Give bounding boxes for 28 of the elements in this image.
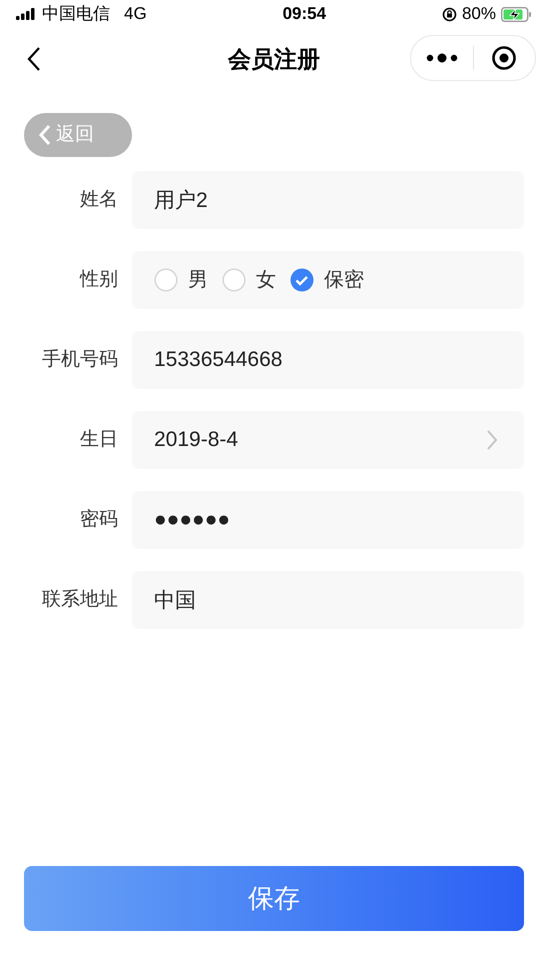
radio-button[interactable] — [154, 268, 178, 292]
save-button[interactable]: 保存 — [24, 866, 524, 931]
option-label: 保密 — [324, 268, 364, 293]
option-label: 女 — [256, 268, 276, 293]
field-label: 性别 — [78, 268, 118, 292]
network-type: 4G — [124, 3, 147, 26]
rotation-lock-icon — [442, 6, 457, 22]
radio-button[interactable] — [222, 268, 246, 292]
option-label: 男 — [188, 268, 208, 293]
clock: 09:54 — [282, 3, 326, 26]
chevron-right-icon — [486, 429, 498, 451]
password-field[interactable]: ●●●●●● — [132, 491, 524, 549]
field-label: 手机号码 — [41, 348, 118, 372]
input-field[interactable]: 中国 — [132, 571, 524, 629]
field-label: 联系地址 — [41, 588, 118, 612]
date-picker[interactable]: 2019-8-4 — [132, 411, 524, 469]
radio-button[interactable] — [290, 268, 314, 292]
battery-charging-icon — [500, 6, 532, 22]
chevron-left-icon — [38, 124, 52, 146]
battery-percent: 80% — [462, 3, 496, 26]
carrier-name: 中国电信 — [42, 3, 110, 26]
input-field[interactable]: 用户2 — [132, 171, 524, 229]
input-field[interactable]: 15336544668 — [132, 331, 524, 389]
page-title: 会员注册 — [228, 44, 320, 74]
field-label: 生日 — [79, 428, 118, 452]
field-label: 姓名 — [79, 188, 118, 212]
signal-icon — [16, 8, 36, 20]
field-label: 密码 — [79, 508, 118, 532]
